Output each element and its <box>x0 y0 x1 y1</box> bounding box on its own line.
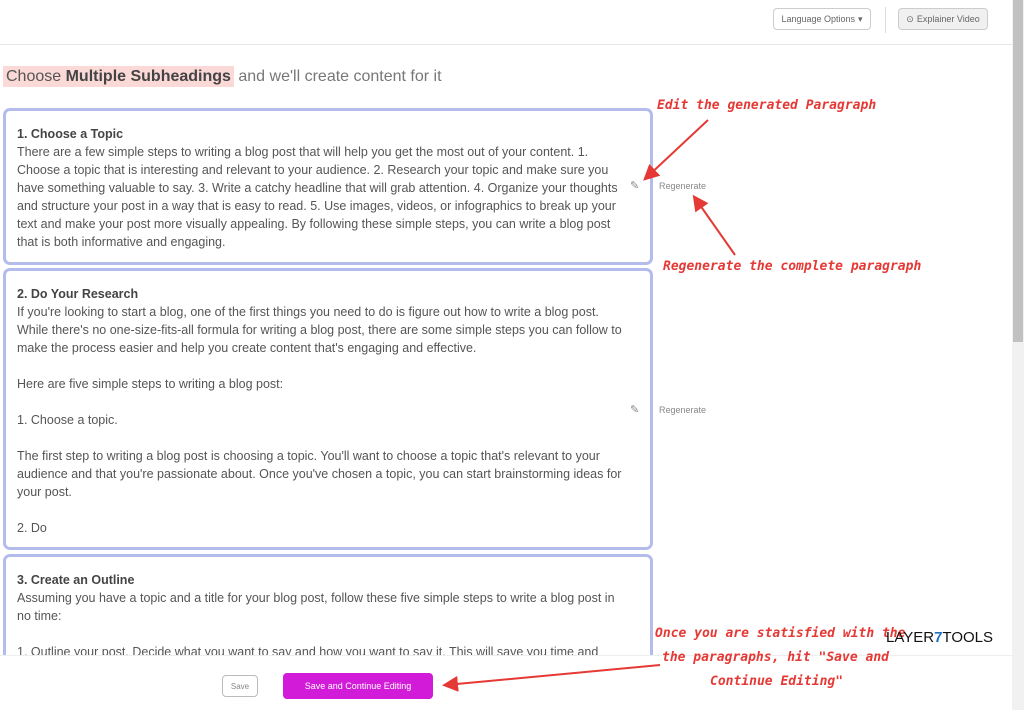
annotation-save-line: the paragraphs, hit "Save and <box>662 650 889 665</box>
regenerate-button[interactable]: Regenerate <box>659 181 706 191</box>
caret-down-icon: ▾ <box>858 13 863 24</box>
language-options-label: Language Options <box>781 14 856 24</box>
annotation-edit: Edit the generated Paragraph <box>657 98 877 113</box>
page-heading: Choose Multiple Subheadings and we'll cr… <box>3 66 442 87</box>
card-body[interactable]: Assuming you have a topic and a title fo… <box>17 589 623 661</box>
heading-rest: and we'll create content for it <box>233 68 442 85</box>
paragraph-card[interactable]: 1. Choose a Topic There are a few simple… <box>3 108 653 265</box>
brand-logo: LAYER7TOOLS <box>886 629 993 646</box>
pencil-icon[interactable]: ✎ <box>630 179 639 192</box>
brand-part1: LAYER <box>886 629 935 646</box>
heading-highlight: Choose Multiple Subheadings <box>3 66 234 87</box>
card-title: 1. Choose a Topic <box>17 127 124 141</box>
annotation-regenerate: Regenerate the complete paragraph <box>663 259 922 274</box>
save-and-continue-button[interactable]: Save and Continue Editing <box>283 673 433 699</box>
top-bar: Language Options ▾ ⊙ Explainer Video <box>0 0 1012 45</box>
language-options-button[interactable]: Language Options ▾ <box>773 8 871 30</box>
scrollbar-thumb[interactable] <box>1013 0 1023 342</box>
card-title: 2. Do Your Research <box>17 287 139 301</box>
regenerate-arrow <box>692 194 736 256</box>
paragraph-card[interactable]: 2. Do Your Research If you're looking to… <box>3 268 653 550</box>
explainer-video-label: Explainer Video <box>916 14 980 24</box>
heading-prefix: Choose <box>6 68 66 85</box>
topbar-divider <box>885 7 886 33</box>
annotation-save-line: Once you are statisfied with the <box>655 626 906 641</box>
edit-arrow <box>643 119 709 181</box>
scrollbar[interactable] <box>1012 0 1024 710</box>
brand-part3: TOOLS <box>942 629 993 646</box>
card-body[interactable]: There are a few simple steps to writing … <box>17 143 623 251</box>
explainer-video-button[interactable]: ⊙ Explainer Video <box>898 8 988 30</box>
card-body[interactable]: If you're looking to start a blog, one o… <box>17 303 623 537</box>
card-title: 3. Create an Outline <box>17 573 135 587</box>
heading-bold: Multiple Subheadings <box>65 68 231 85</box>
annotation-save-line: Continue Editing" <box>710 674 844 689</box>
annotation-save: Once you are statisfied with the the par… <box>655 622 905 694</box>
save-button[interactable]: Save <box>222 675 258 697</box>
regenerate-button[interactable]: Regenerate <box>659 405 706 415</box>
play-circle-icon: ⊙ <box>906 13 914 24</box>
pencil-icon[interactable]: ✎ <box>630 403 639 416</box>
